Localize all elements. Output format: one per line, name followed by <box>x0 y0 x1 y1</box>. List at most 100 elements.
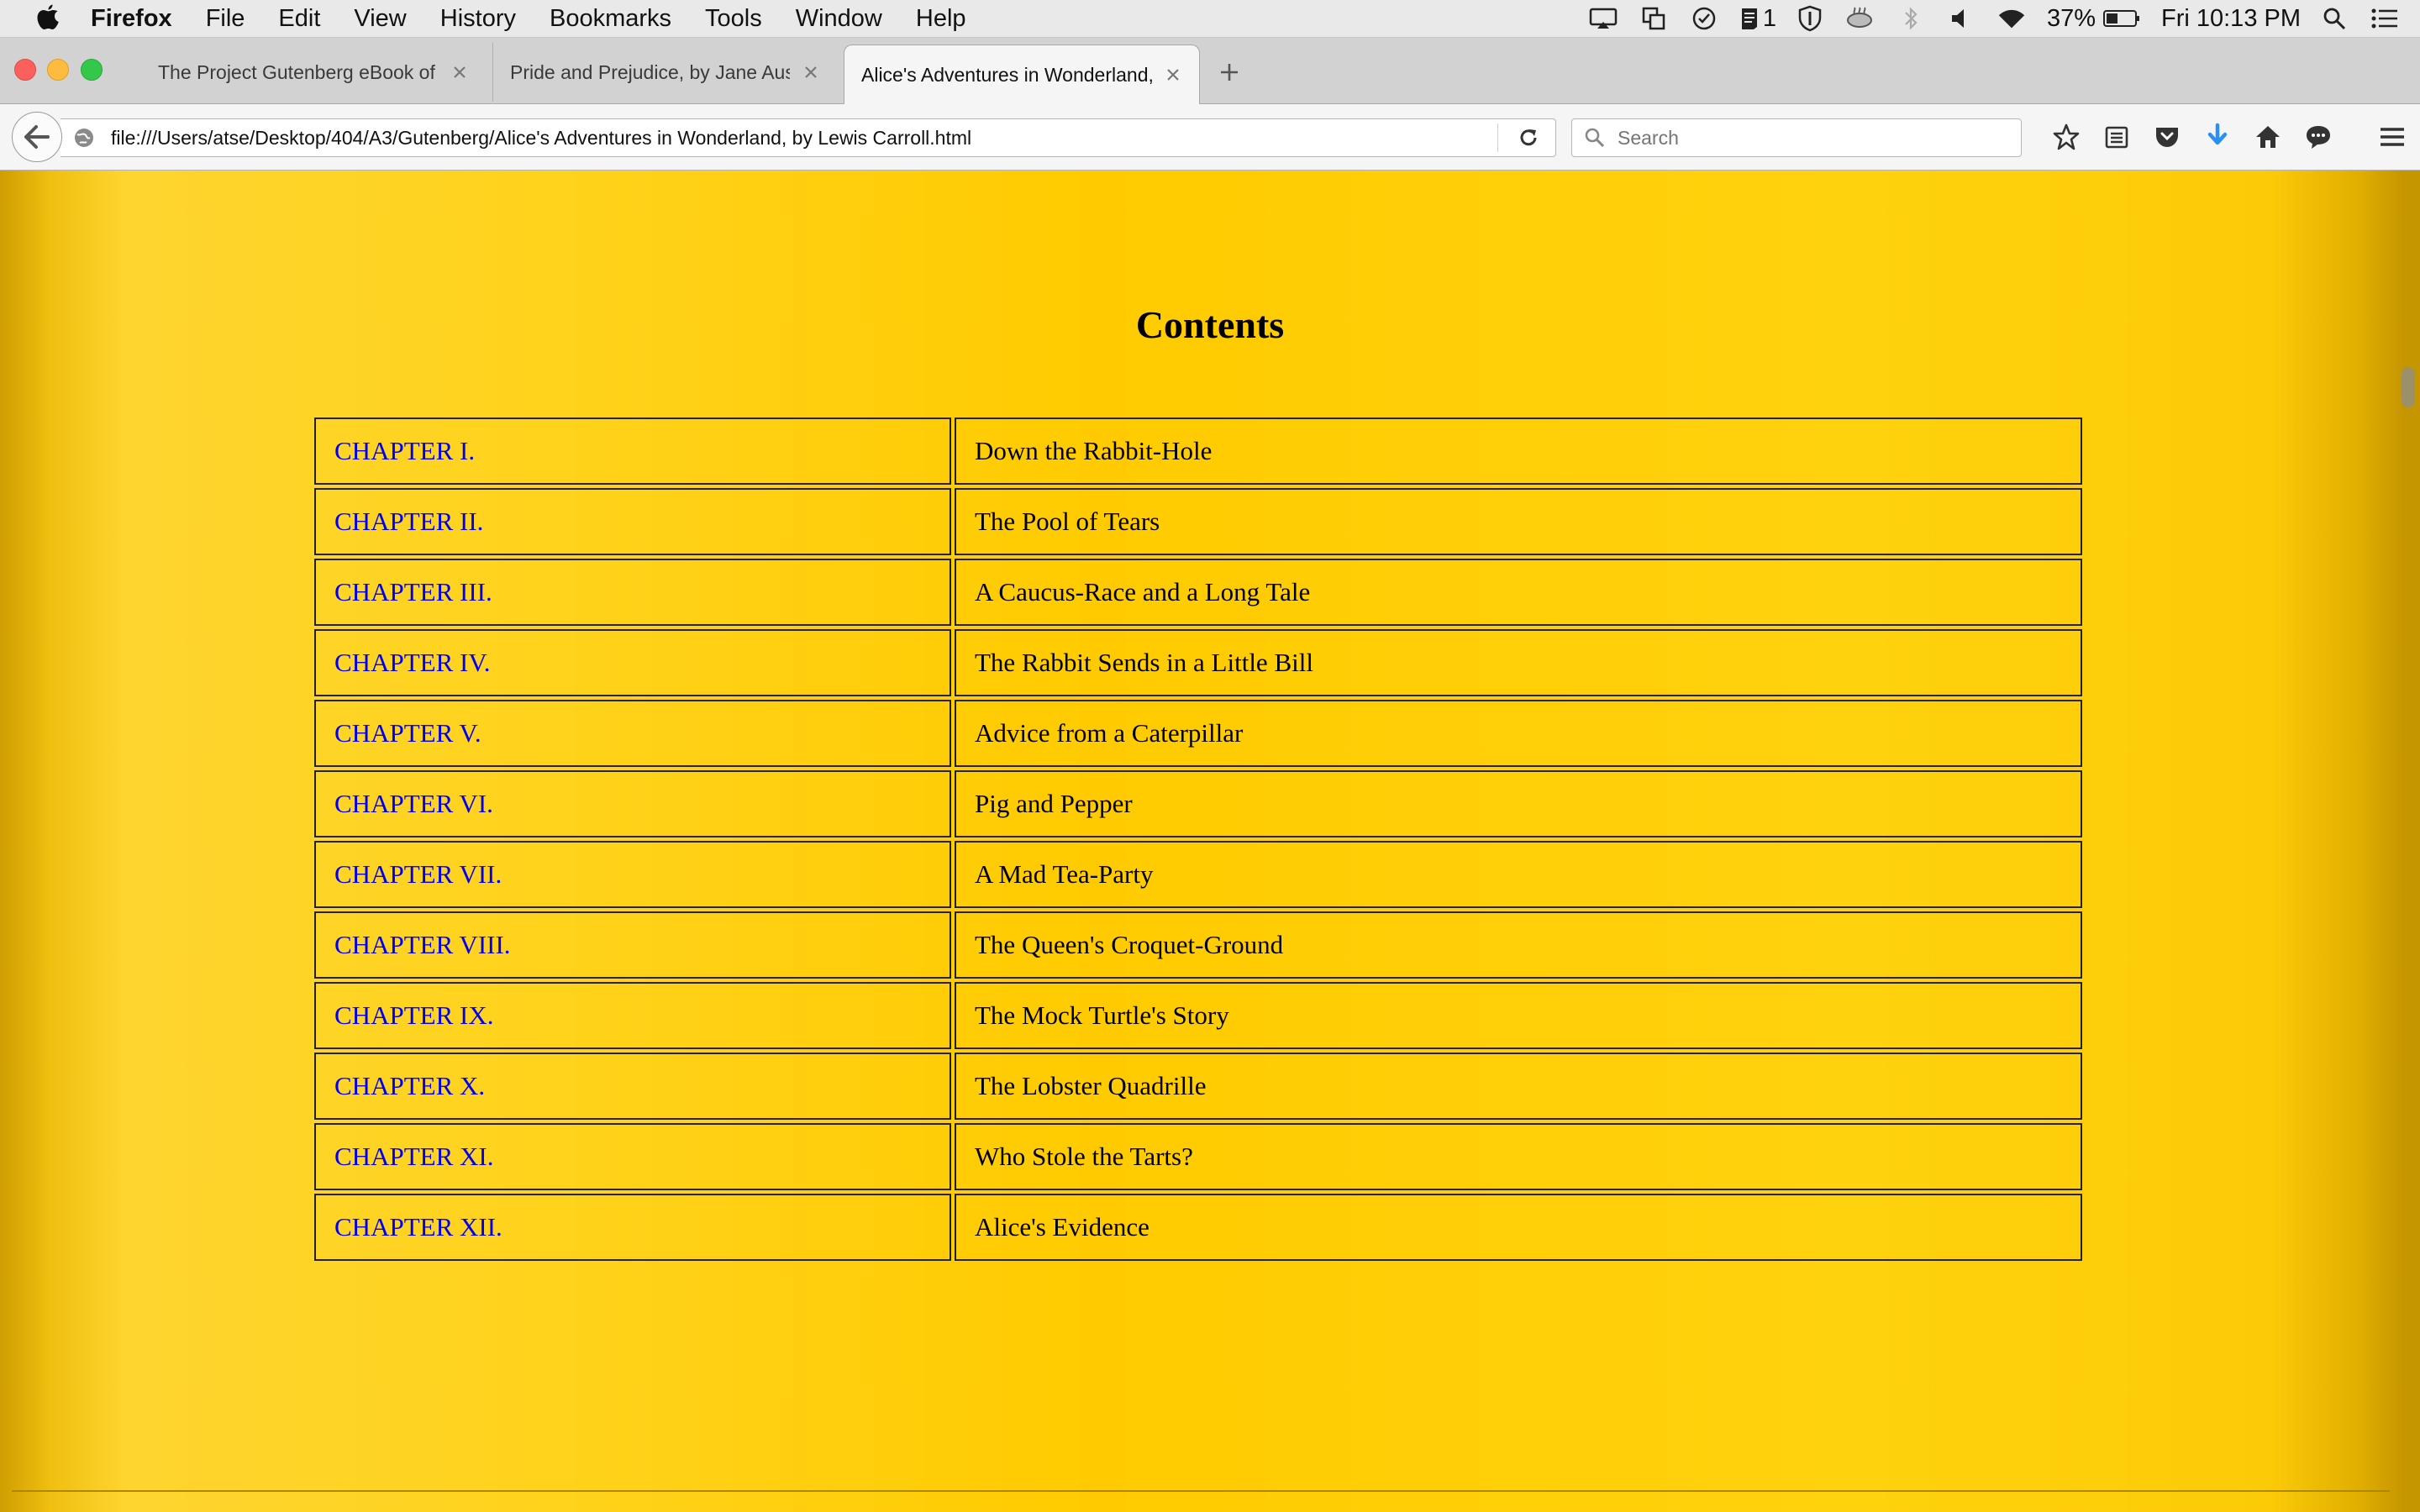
tab-label: Pride and Prejudice, by Jane Austen <box>510 60 790 83</box>
status-area: 1 37% Fri 10:13 PM <box>1588 0 2420 37</box>
notes-icon[interactable] <box>1739 5 1760 32</box>
navigation-toolbar: file:///Users/atse/Desktop/404/A3/Gutenb… <box>0 104 2420 171</box>
menu-file[interactable]: File <box>206 5 245 33</box>
battery-icon[interactable] <box>2102 5 2141 32</box>
chapter-link[interactable]: CHAPTER VII. <box>334 859 502 889</box>
window-manager-icon[interactable] <box>1639 5 1669 32</box>
close-tab-icon[interactable] <box>1164 66 1182 84</box>
window-close-button[interactable] <box>14 59 36 81</box>
tab-gutenberg-ebook[interactable]: The Project Gutenberg eBook of D... <box>141 43 486 102</box>
chapter-title: Pig and Pepper <box>955 770 2082 837</box>
notification-center-icon[interactable] <box>2370 5 2400 32</box>
table-row: CHAPTER VI. Pig and Pepper <box>314 770 2082 837</box>
pocket-icon[interactable] <box>2149 119 2185 155</box>
clock[interactable]: Fri 10:13 PM <box>2161 5 2301 33</box>
table-row: CHAPTER I. Down the Rabbit-Hole <box>314 417 2082 485</box>
tab-label: The Project Gutenberg eBook of D... <box>158 60 439 83</box>
reading-list-icon[interactable] <box>2099 119 2134 155</box>
menu-help[interactable]: Help <box>916 5 966 33</box>
url-bar[interactable]: file:///Users/atse/Desktop/404/A3/Gutenb… <box>60 118 1556 157</box>
downloads-arrow-icon[interactable] <box>2200 119 2235 155</box>
wifi-icon[interactable] <box>1996 5 2027 32</box>
reload-icon[interactable] <box>1513 123 1544 153</box>
search-input[interactable]: Search <box>1618 127 1679 150</box>
new-tab-plus-icon[interactable] <box>1215 58 1244 87</box>
table-row: CHAPTER XI. Who Stole the Tarts? <box>314 1123 2082 1190</box>
chapter-link[interactable]: CHAPTER IV. <box>334 648 490 677</box>
chapter-label-cell: CHAPTER VI. <box>314 770 951 837</box>
checkmark-task-icon[interactable] <box>1689 5 1719 32</box>
chapter-link[interactable]: CHAPTER I. <box>334 436 475 465</box>
chapter-label-cell: CHAPTER VII. <box>314 841 951 908</box>
close-tab-icon[interactable] <box>450 63 469 81</box>
home-icon[interactable] <box>2250 119 2286 155</box>
hamburger-menu-icon[interactable] <box>2375 119 2410 155</box>
table-row: CHAPTER IX. The Mock Turtle's Story <box>314 982 2082 1049</box>
site-identity-icon[interactable] <box>67 121 101 155</box>
chapter-label-cell: CHAPTER VIII. <box>314 911 951 979</box>
chapter-title: Alice's Evidence <box>955 1194 2082 1261</box>
tab-label: Alice's Adventures in Wonderland, ... <box>861 63 1152 86</box>
menu-app-firefox[interactable]: Firefox <box>91 5 172 33</box>
menu-view[interactable]: View <box>354 5 406 33</box>
display-mirroring-icon[interactable] <box>1588 5 1618 32</box>
window-minimize-button[interactable] <box>47 59 69 81</box>
chat-bubble-icon[interactable] <box>2301 119 2336 155</box>
table-row: CHAPTER III. A Caucus-Race and a Long Ta… <box>314 559 2082 626</box>
back-button[interactable] <box>12 112 62 162</box>
volume-icon[interactable] <box>1946 5 1976 32</box>
menu-edit[interactable]: Edit <box>278 5 320 33</box>
close-tab-icon[interactable] <box>802 63 820 81</box>
chapter-label-cell: CHAPTER I. <box>314 417 951 485</box>
menu-bookmarks[interactable]: Bookmarks <box>550 5 671 33</box>
chapter-link[interactable]: CHAPTER XI. <box>334 1142 493 1171</box>
chapter-label-cell: CHAPTER II. <box>314 488 951 555</box>
table-row: CHAPTER V. Advice from a Caterpillar <box>314 700 2082 767</box>
vertical-scrollbar[interactable] <box>2402 367 2415 407</box>
chapter-link[interactable]: CHAPTER III. <box>334 577 492 606</box>
page-title: Contents <box>1135 303 1285 346</box>
chapter-title: The Queen's Croquet-Ground <box>955 911 2082 979</box>
tab-pride-and-prejudice[interactable]: Pride and Prejudice, by Jane Austen <box>492 43 837 102</box>
page-viewport[interactable]: Contents CHAPTER I. Down the Rabbit-Hole… <box>0 171 2420 1512</box>
chapter-title: A Mad Tea-Party <box>955 841 2082 908</box>
chapter-label-cell: CHAPTER XI. <box>314 1123 951 1190</box>
battery-percentage: 37% <box>2046 4 2096 32</box>
coffee-cup-icon[interactable] <box>1845 5 1876 32</box>
shield-icon[interactable] <box>1795 5 1825 32</box>
chapter-link[interactable]: CHAPTER X. <box>334 1071 485 1100</box>
window-zoom-button[interactable] <box>81 59 103 81</box>
table-row: CHAPTER X. The Lobster Quadrille <box>314 1053 2082 1120</box>
menu-tools[interactable]: Tools <box>705 5 762 33</box>
table-row: CHAPTER VIII. The Queen's Croquet-Ground <box>314 911 2082 979</box>
chapter-title: A Caucus-Race and a Long Tale <box>955 559 2082 626</box>
chapter-link[interactable]: CHAPTER XII. <box>334 1212 502 1242</box>
chapter-link[interactable]: CHAPTER II. <box>334 507 483 536</box>
bluetooth-icon[interactable] <box>1896 5 1926 32</box>
apple-icon[interactable] <box>34 3 62 34</box>
chapter-link[interactable]: CHAPTER IX. <box>334 1000 493 1030</box>
chapter-label-cell: CHAPTER V. <box>314 700 951 767</box>
search-bar[interactable]: Search <box>1571 118 2022 157</box>
chapter-link[interactable]: CHAPTER V. <box>334 718 481 748</box>
chapter-link[interactable]: CHAPTER VI. <box>334 789 493 818</box>
toolbar-buttons <box>2033 114 2410 160</box>
bookmark-star-icon[interactable] <box>2049 119 2084 155</box>
horizontal-rule <box>12 1490 2390 1492</box>
tab-alice-in-wonderland[interactable]: Alice's Adventures in Wonderland, ... <box>844 45 1200 104</box>
notification-count: 1 <box>1762 4 1776 32</box>
chapter-label-cell: CHAPTER IX. <box>314 982 951 1049</box>
chapter-label-cell: CHAPTER III. <box>314 559 951 626</box>
chapter-title: The Rabbit Sends in a Little Bill <box>955 629 2082 696</box>
contents-table: CHAPTER I. Down the Rabbit-Hole CHAPTER … <box>311 414 2086 1264</box>
url-divider <box>1497 123 1498 152</box>
menu-history[interactable]: History <box>440 5 516 33</box>
chapter-label-cell: CHAPTER X. <box>314 1053 951 1120</box>
table-row: CHAPTER VII. A Mad Tea-Party <box>314 841 2082 908</box>
menu-window[interactable]: Window <box>796 5 882 33</box>
chapter-link[interactable]: CHAPTER VIII. <box>334 930 511 959</box>
chapter-title: Who Stole the Tarts? <box>955 1123 2082 1190</box>
chapter-title: The Lobster Quadrille <box>955 1053 2082 1120</box>
spotlight-search-icon[interactable] <box>2319 5 2349 32</box>
url-text: file:///Users/atse/Desktop/404/A3/Gutenb… <box>111 126 972 149</box>
